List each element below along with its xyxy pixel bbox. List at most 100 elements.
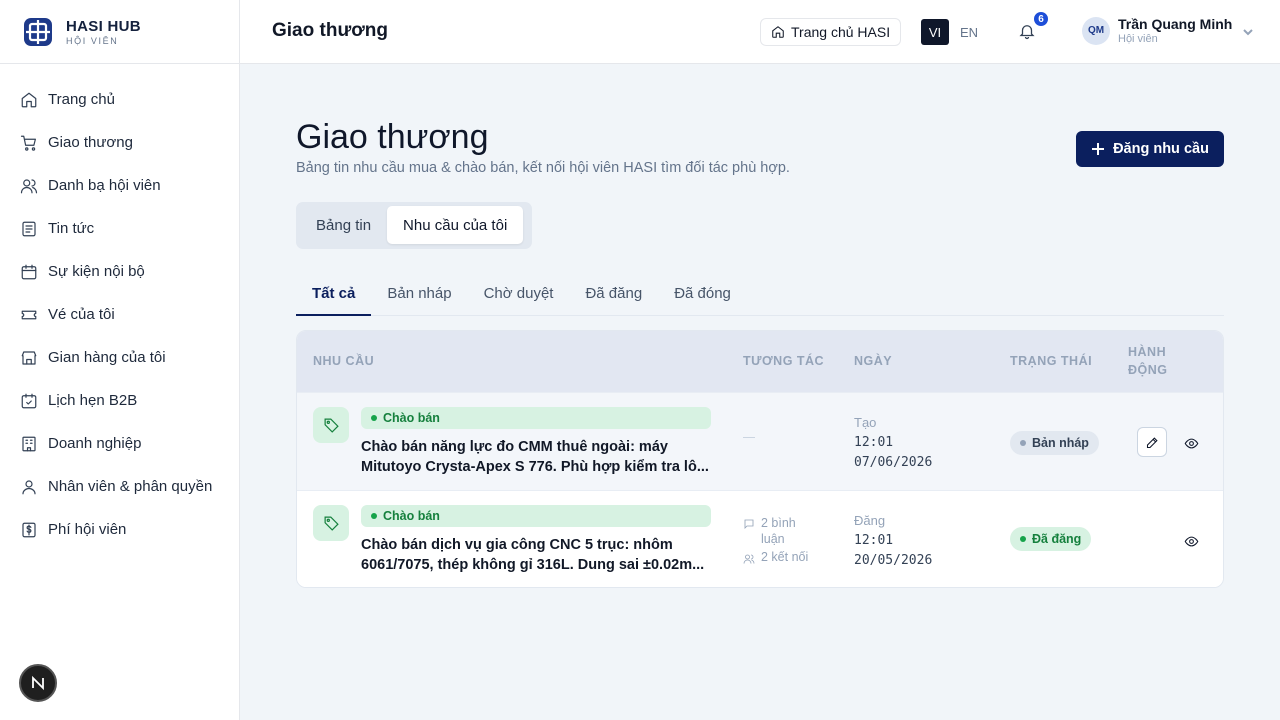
time-text: 12:01 bbox=[854, 435, 894, 450]
user-role: Hội viên bbox=[1118, 33, 1158, 45]
nextjs-devtools-button[interactable] bbox=[19, 664, 57, 702]
sidebar-item-label: Trang chủ bbox=[48, 91, 115, 108]
status-label: Bản nháp bbox=[1032, 436, 1089, 450]
hasi-logo-icon bbox=[24, 17, 52, 46]
table-header: NHU CẦU TƯƠNG TÁC NGÀY TRẠNG THÁI HÀNH Đ… bbox=[297, 331, 1223, 392]
sidebar-item-b2b-appointments[interactable]: Lịch hẹn B2B bbox=[0, 379, 239, 422]
view-button[interactable] bbox=[1181, 531, 1201, 551]
status-tabs: Tất cả Bản nháp Chờ duyệt Đã đăng Đã đón… bbox=[296, 278, 1224, 316]
edit-button[interactable] bbox=[1137, 427, 1167, 457]
sidebar-item-tickets[interactable]: Vé của tôi bbox=[0, 293, 239, 336]
tab-all[interactable]: Tất cả bbox=[296, 278, 372, 316]
status-label: Đã đăng bbox=[1032, 532, 1082, 546]
sidebar-item-label: Phí hội viên bbox=[48, 521, 127, 538]
view-segmented-control: Bảng tin Nhu cầu của tôi bbox=[296, 202, 532, 249]
comment-count-text: 2 bình luận bbox=[761, 516, 796, 546]
tag-icon bbox=[324, 418, 339, 433]
eye-icon bbox=[1184, 536, 1198, 546]
date-value: 12:01 07/06/2026 bbox=[854, 433, 932, 473]
tab-closed[interactable]: Đã đóng bbox=[658, 278, 747, 316]
hasi-home-button[interactable]: Trang chủ HASI bbox=[760, 18, 902, 46]
sidebar: HASI HUB HỘI VIÊN Trang chủ Giao thương … bbox=[0, 0, 240, 720]
user-name: Trần Quang Minh bbox=[1118, 16, 1233, 32]
connection-count: 2 kết nối bbox=[743, 550, 808, 565]
status-badge: Đã đăng bbox=[1010, 527, 1092, 551]
home-icon bbox=[772, 26, 784, 38]
need-title[interactable]: Chào bán dịch vụ gia công CNC 5 trục: nh… bbox=[361, 535, 711, 575]
view-button[interactable] bbox=[1181, 433, 1201, 453]
tag-icon bbox=[324, 516, 339, 531]
date-text: 07/06/2026 bbox=[854, 455, 933, 470]
status-badge: Bản nháp bbox=[1010, 431, 1099, 455]
news-icon bbox=[22, 221, 36, 236]
ticket-icon bbox=[21, 310, 37, 319]
home-icon bbox=[21, 92, 37, 107]
tag-icon-box bbox=[313, 505, 349, 541]
comment-count: 2 bình luận bbox=[743, 515, 813, 547]
sidebar-item-trade[interactable]: Giao thương bbox=[0, 121, 239, 164]
type-badge-label: Chào bán bbox=[383, 411, 440, 425]
sidebar-item-staff-permissions[interactable]: Nhân viên & phân quyền bbox=[0, 465, 239, 508]
table-row[interactable]: Chào bán Chào bán năng lực đo CMM thuê n… bbox=[297, 392, 1223, 490]
sidebar-item-label: Danh bạ hội viên bbox=[48, 177, 161, 194]
type-badge-label: Chào bán bbox=[383, 509, 440, 523]
sidebar-item-label: Tin tức bbox=[48, 220, 95, 237]
top-header: Giao thương Trang chủ HASI VI EN 6 QM Tr… bbox=[240, 0, 1280, 64]
comment-icon bbox=[744, 519, 754, 530]
date-text: 20/05/2026 bbox=[854, 553, 933, 568]
sidebar-item-label: Lịch hẹn B2B bbox=[48, 392, 138, 409]
date-label: Đăng bbox=[854, 513, 886, 528]
type-badge: Chào bán bbox=[361, 407, 711, 429]
segment-my-needs[interactable]: Nhu cầu của tôi bbox=[387, 206, 524, 244]
calendar-check-icon bbox=[21, 393, 37, 408]
post-need-button[interactable]: Đăng nhu cầu bbox=[1076, 131, 1224, 167]
brand-name: HASI HUB bbox=[66, 17, 141, 35]
page-title: Giao thương bbox=[296, 118, 489, 156]
lang-en-button[interactable]: EN bbox=[955, 19, 983, 45]
sidebar-item-label: Doanh nghiệp bbox=[48, 435, 142, 452]
tab-posted[interactable]: Đã đăng bbox=[569, 278, 658, 316]
cart-icon bbox=[20, 135, 36, 151]
brand-subtitle: HỘI VIÊN bbox=[66, 35, 119, 46]
sidebar-item-business[interactable]: Doanh nghiệp bbox=[0, 422, 239, 465]
store-icon bbox=[21, 350, 37, 365]
segment-feed[interactable]: Bảng tin bbox=[300, 206, 387, 244]
brand[interactable]: HASI HUB HỘI VIÊN bbox=[0, 0, 239, 64]
sidebar-item-label: Sự kiện nội bộ bbox=[48, 263, 145, 280]
connection-count-text: 2 kết nối bbox=[761, 550, 809, 564]
sidebar-nav: Trang chủ Giao thương Danh bạ hội viên T… bbox=[0, 64, 239, 551]
tab-draft[interactable]: Bản nháp bbox=[371, 278, 467, 316]
date-value: 12:01 20/05/2026 bbox=[854, 531, 932, 571]
header-action-line2: ĐỘNG bbox=[1128, 363, 1168, 377]
header-title: Giao thương bbox=[272, 20, 388, 41]
tab-pending[interactable]: Chờ duyệt bbox=[468, 278, 570, 316]
date-label: Tạo bbox=[854, 415, 877, 430]
users-icon bbox=[20, 178, 38, 193]
sidebar-item-events[interactable]: Sự kiện nội bộ bbox=[0, 250, 239, 293]
avatar: QM bbox=[1082, 16, 1110, 45]
lang-vi-button[interactable]: VI bbox=[921, 19, 949, 45]
sidebar-item-label: Vé của tôi bbox=[48, 306, 115, 323]
tag-icon-box bbox=[313, 407, 349, 443]
sidebar-item-news[interactable]: Tin tức bbox=[0, 207, 239, 250]
time-text: 12:01 bbox=[854, 533, 894, 548]
user-menu[interactable]: QM Trần Quang Minh Hội viên bbox=[1082, 16, 1254, 45]
sidebar-item-home[interactable]: Trang chủ bbox=[0, 78, 239, 121]
sidebar-item-my-store[interactable]: Gian hàng của tôi bbox=[0, 336, 239, 379]
sidebar-item-label: Nhân viên & phân quyền bbox=[48, 478, 213, 495]
needs-table: NHU CẦU TƯƠNG TÁC NGÀY TRẠNG THÁI HÀNH Đ… bbox=[296, 330, 1224, 588]
post-need-label: Đăng nhu cầu bbox=[1113, 141, 1209, 157]
sidebar-item-member-directory[interactable]: Danh bạ hội viên bbox=[0, 164, 239, 207]
no-interaction-dash bbox=[743, 437, 755, 438]
notification-count-badge: 6 bbox=[1032, 10, 1050, 28]
building-icon bbox=[22, 436, 36, 451]
table-row[interactable]: Chào bán Chào bán dịch vụ gia công CNC 5… bbox=[297, 490, 1223, 587]
sidebar-item-label: Gian hàng của tôi bbox=[48, 349, 166, 366]
page-subtitle: Bảng tin nhu cầu mua & chào bán, kết nối… bbox=[296, 160, 790, 176]
dollar-icon bbox=[22, 522, 36, 537]
need-title[interactable]: Chào bán năng lực đo CMM thuê ngoài: máy… bbox=[361, 437, 711, 477]
sidebar-item-membership-fee[interactable]: Phí hội viên bbox=[0, 508, 239, 551]
type-badge: Chào bán bbox=[361, 505, 711, 527]
users-icon bbox=[743, 554, 755, 564]
hasi-home-label: Trang chủ HASI bbox=[791, 24, 891, 40]
